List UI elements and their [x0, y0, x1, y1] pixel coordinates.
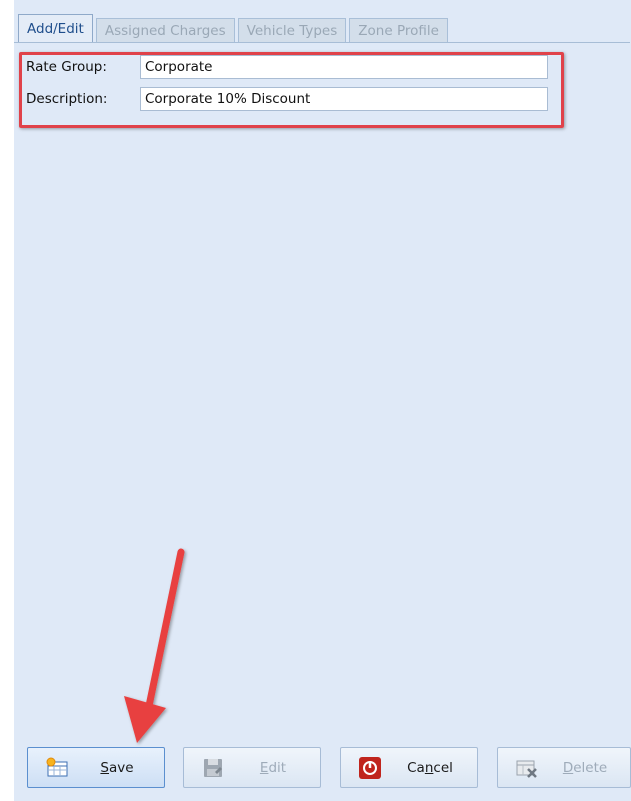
- edit-label: Edit: [259, 759, 287, 776]
- save-label: Save: [100, 759, 134, 776]
- power-stop-icon: [357, 755, 383, 781]
- grid-sun-icon: [44, 755, 70, 781]
- tab-add-edit[interactable]: Add/Edit: [18, 14, 93, 42]
- tab-strip: Add/Edit Assigned Charges Vehicle Types …: [18, 14, 451, 42]
- delete-button[interactable]: Delete: [497, 747, 631, 788]
- annotation-highlight-box: [19, 52, 564, 128]
- cancel-button[interactable]: Cancel: [340, 747, 478, 788]
- tab-vehicle-types[interactable]: Vehicle Types: [237, 18, 347, 42]
- tab-zone-profile[interactable]: Zone Profile: [349, 18, 448, 42]
- delete-label: Delete: [562, 759, 608, 776]
- floppy-disk-icon: [200, 755, 226, 781]
- cancel-label: Cancel: [407, 759, 453, 776]
- add-edit-panel: [14, 42, 630, 743]
- save-button[interactable]: Save: [27, 747, 165, 788]
- grid-delete-icon: [514, 755, 540, 781]
- edit-button[interactable]: Edit: [183, 747, 321, 788]
- tab-assigned-charges[interactable]: Assigned Charges: [95, 18, 235, 42]
